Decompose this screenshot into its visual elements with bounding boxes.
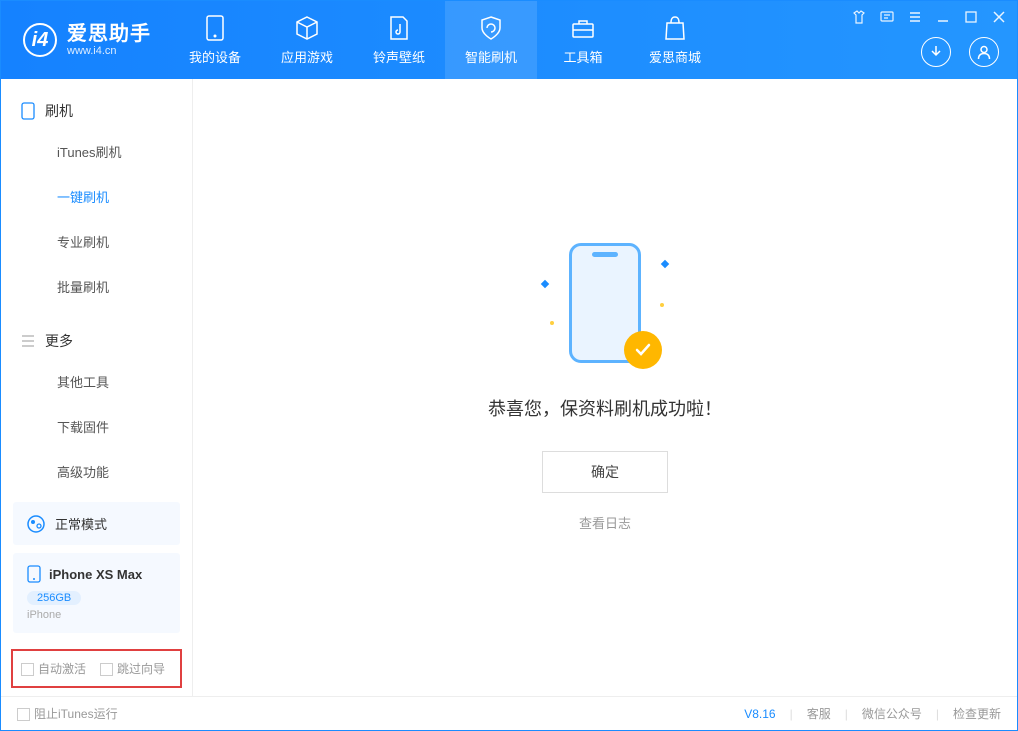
cube-icon: [294, 15, 320, 41]
check-badge-icon: [624, 331, 662, 369]
brand-url: www.i4.cn: [67, 45, 151, 57]
user-button[interactable]: [969, 37, 999, 67]
nav-label: 爱思商城: [649, 47, 701, 66]
toolbox-icon: [570, 15, 596, 41]
app-window: i4 爱思助手 www.i4.cn 我的设备 应用游戏 铃声壁纸 智能刷机: [0, 0, 1018, 731]
nav-label: 智能刷机: [465, 47, 517, 66]
feedback-icon[interactable]: [879, 9, 895, 25]
header-actions: [921, 37, 999, 67]
sidebar-item-oneclick[interactable]: 一键刷机: [1, 174, 192, 219]
shield-refresh-icon: [478, 15, 504, 41]
section-label: 更多: [45, 331, 73, 351]
success-illustration: [520, 243, 690, 373]
download-button[interactable]: [921, 37, 951, 67]
window-controls: [851, 9, 1007, 25]
music-file-icon: [386, 15, 412, 41]
sparkle-icon: [541, 280, 549, 288]
logo-icon: i4: [23, 23, 57, 57]
nav-store[interactable]: 爱思商城: [629, 1, 721, 79]
nav-ringtones[interactable]: 铃声壁纸: [353, 1, 445, 79]
view-log-link[interactable]: 查看日志: [579, 513, 631, 532]
device-type: iPhone: [27, 609, 166, 621]
wechat-link[interactable]: 微信公众号: [862, 705, 922, 722]
sidebar-item-batch[interactable]: 批量刷机: [1, 264, 192, 309]
checkbox-block-itunes[interactable]: 阻止iTunes运行: [17, 705, 118, 722]
success-message: 恭喜您，保资料刷机成功啦！: [488, 395, 722, 421]
close-icon[interactable]: [991, 9, 1007, 25]
dot-icon: [660, 303, 664, 307]
sidebar-item-other-tools[interactable]: 其他工具: [1, 359, 192, 404]
mode-icon: [27, 515, 45, 533]
maximize-icon[interactable]: [963, 9, 979, 25]
device-icon: [27, 565, 41, 583]
top-nav: 我的设备 应用游戏 铃声壁纸 智能刷机 工具箱 爱思商城: [169, 1, 721, 79]
header: i4 爱思助手 www.i4.cn 我的设备 应用游戏 铃声壁纸 智能刷机: [1, 1, 1017, 79]
checkbox-skip-guide[interactable]: 跳过向导: [100, 660, 165, 677]
nav-label: 应用游戏: [281, 47, 333, 66]
dot-icon: [550, 321, 554, 325]
list-icon: [21, 334, 35, 348]
section-label: 刷机: [45, 101, 73, 121]
version-text: V8.16: [744, 707, 775, 721]
nav-label: 铃声壁纸: [373, 47, 425, 66]
footer: 阻止iTunes运行 V8.16 | 客服 | 微信公众号 | 检查更新: [1, 696, 1017, 730]
sidebar-item-advanced[interactable]: 高级功能: [1, 449, 192, 494]
sidebar-section-flash: 刷机: [1, 93, 192, 129]
menu-icon[interactable]: [907, 9, 923, 25]
sidebar-item-pro[interactable]: 专业刷机: [1, 219, 192, 264]
sidebar-item-itunes[interactable]: iTunes刷机: [1, 129, 192, 174]
nav-label: 工具箱: [563, 47, 602, 66]
device-box[interactable]: iPhone XS Max 256GB iPhone: [13, 553, 180, 633]
main-content: 恭喜您，保资料刷机成功啦！ 确定 查看日志: [193, 79, 1017, 696]
logo: i4 爱思助手 www.i4.cn: [1, 23, 169, 57]
brand-name: 爱思助手: [67, 23, 151, 45]
support-link[interactable]: 客服: [807, 705, 831, 722]
nav-toolbox[interactable]: 工具箱: [537, 1, 629, 79]
sparkle-icon: [661, 260, 669, 268]
mode-label: 正常模式: [55, 514, 107, 533]
shirt-icon[interactable]: [851, 9, 867, 25]
body: 刷机 iTunes刷机 一键刷机 专业刷机 批量刷机 更多 其他工具 下载固件 …: [1, 79, 1017, 696]
nav-my-device[interactable]: 我的设备: [169, 1, 261, 79]
options-highlighted: 自动激活 跳过向导: [11, 649, 182, 688]
phone-outline-icon: [21, 102, 35, 120]
check-update-link[interactable]: 检查更新: [953, 705, 1001, 722]
phone-icon: [202, 15, 228, 41]
nav-label: 我的设备: [189, 47, 241, 66]
sidebar: 刷机 iTunes刷机 一键刷机 专业刷机 批量刷机 更多 其他工具 下载固件 …: [1, 79, 193, 696]
device-capacity: 256GB: [27, 591, 81, 605]
nav-apps-games[interactable]: 应用游戏: [261, 1, 353, 79]
sidebar-section-more: 更多: [1, 323, 192, 359]
nav-smart-flash[interactable]: 智能刷机: [445, 1, 537, 79]
ok-button[interactable]: 确定: [542, 451, 668, 493]
sidebar-item-download-fw[interactable]: 下载固件: [1, 404, 192, 449]
checkbox-auto-activate[interactable]: 自动激活: [21, 660, 86, 677]
device-name-text: iPhone XS Max: [49, 567, 142, 582]
mode-box[interactable]: 正常模式: [13, 502, 180, 545]
minimize-icon[interactable]: [935, 9, 951, 25]
bag-icon: [662, 15, 688, 41]
